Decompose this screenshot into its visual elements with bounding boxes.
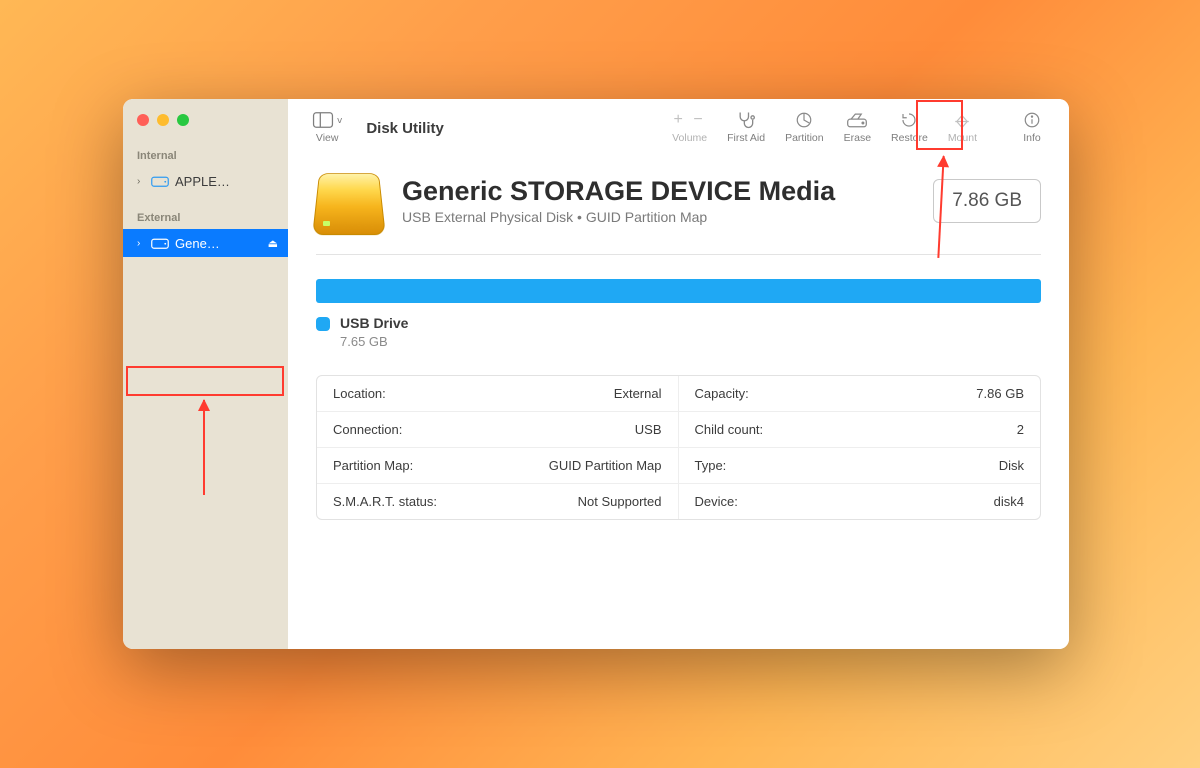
legend-swatch	[316, 317, 330, 331]
restore-arrow-icon	[900, 109, 918, 131]
disk-utility-window: Internal › APPLE… External › Gene… ⏏	[123, 99, 1069, 649]
window-title: Disk Utility	[366, 120, 444, 137]
info-table: Location:External Capacity:7.86 GB Conne…	[316, 375, 1041, 520]
pie-chart-icon	[795, 109, 813, 131]
restore-button[interactable]: Restore	[883, 107, 936, 148]
volume-name: USB Drive	[340, 315, 408, 331]
close-window-button[interactable]	[137, 114, 149, 126]
sidebar-item-label: Gene…	[175, 236, 264, 251]
info-row: Child count:2	[679, 412, 1041, 448]
info-row: S.M.A.R.T. status:Not Supported	[317, 484, 679, 519]
info-row: Location:External	[317, 376, 679, 412]
sidebar-item-external-disk[interactable]: › Gene… ⏏	[123, 229, 288, 257]
erase-button[interactable]: Erase	[836, 107, 879, 148]
first-aid-button[interactable]: First Aid	[719, 107, 773, 148]
toolbar: ⅴ View Disk Utility + − Volume First Aid	[288, 99, 1069, 154]
view-toggle-button[interactable]: ⅴ View	[304, 107, 350, 148]
mount-button[interactable]: Mount	[940, 107, 985, 148]
disk-icon	[151, 174, 169, 188]
chevron-right-icon: ›	[137, 238, 147, 249]
chevron-down-icon: ⅴ	[337, 115, 342, 126]
plus-minus-icon: + −	[674, 109, 706, 131]
eraser-disk-icon	[846, 109, 868, 131]
info-row: Partition Map:GUID Partition Map	[317, 448, 679, 484]
sidebar-layout-icon: ⅴ	[312, 109, 342, 131]
zoom-window-button[interactable]	[177, 114, 189, 126]
sidebar-section-external: External	[123, 206, 288, 228]
sidebar: Internal › APPLE… External › Gene… ⏏	[123, 99, 288, 649]
info-row: Capacity:7.86 GB	[679, 376, 1041, 412]
disk-header: Generic STORAGE DEVICE Media USB Externa…	[316, 168, 1041, 254]
divider	[316, 254, 1041, 255]
eject-icon[interactable]: ⏏	[268, 237, 278, 250]
sidebar-item-label: APPLE…	[175, 174, 278, 189]
chevron-right-icon: ›	[137, 176, 147, 187]
sidebar-item-internal-disk[interactable]: › APPLE…	[123, 167, 288, 195]
disk-icon	[151, 236, 169, 250]
minimize-window-button[interactable]	[157, 114, 169, 126]
capacity-badge: 7.86 GB	[933, 179, 1041, 223]
mount-icon	[953, 109, 971, 131]
sidebar-section-internal: Internal	[123, 144, 288, 166]
volume-size: 7.65 GB	[340, 334, 408, 349]
disk-title: Generic STORAGE DEVICE Media	[402, 177, 913, 207]
content-area: Generic STORAGE DEVICE Media USB Externa…	[288, 154, 1069, 649]
volume-legend: USB Drive 7.65 GB	[316, 315, 1041, 349]
info-row: Device:disk4	[679, 484, 1041, 519]
stethoscope-icon	[736, 109, 756, 131]
window-controls	[123, 109, 288, 144]
info-row: Connection:USB	[317, 412, 679, 448]
disk-subtitle: USB External Physical Disk • GUID Partit…	[402, 209, 913, 225]
external-disk-icon	[316, 168, 382, 234]
annotation-arrow-to-sidebar	[203, 400, 205, 495]
main-panel: ⅴ View Disk Utility + − Volume First Aid	[288, 99, 1069, 649]
info-icon	[1023, 109, 1041, 131]
info-button[interactable]: Info	[1011, 107, 1053, 148]
volume-add-remove-button[interactable]: + − Volume	[664, 107, 715, 148]
info-row: Type:Disk	[679, 448, 1041, 484]
storage-usage-bar	[316, 279, 1041, 303]
partition-button[interactable]: Partition	[777, 107, 832, 148]
